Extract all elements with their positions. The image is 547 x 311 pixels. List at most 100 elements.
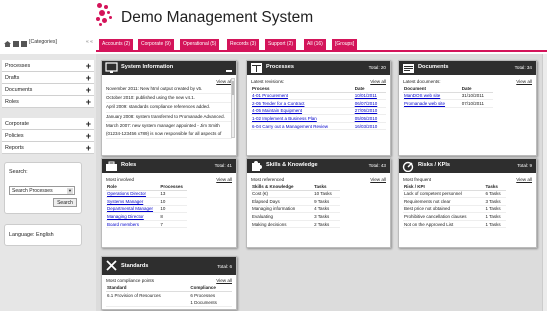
expand-icon[interactable]: + <box>86 72 91 84</box>
sidebar-item-reports[interactable]: Reports + <box>2 142 94 154</box>
count-cell: 1 Tasks <box>484 220 507 229</box>
roles-table: Role Processes Operations Director 13 Syst… <box>106 183 187 229</box>
tab-all[interactable]: All (16) <box>304 39 326 50</box>
sidebar-item-roles[interactable]: Roles + <box>2 96 94 108</box>
process-link[interactable]: 4-01 Procurement <box>251 92 354 101</box>
processes-table: Process Date 4-01 Procurement 10/01/2011 2… <box>251 85 386 131</box>
table-row: Evaluating 3 Tasks <box>251 212 341 221</box>
date-cell: 06/07/2010 <box>353 99 386 108</box>
tab-corporate[interactable]: Corporate (9) <box>138 39 174 50</box>
mail-icon[interactable] <box>21 41 27 47</box>
role-link[interactable]: Systems Manager <box>106 197 160 206</box>
table-row: 1-02 Implement a Business Plan 05/05/2010 <box>251 114 386 123</box>
sidebar-item-corporate[interactable]: Corporate + <box>2 118 94 130</box>
expand-icon[interactable]: + <box>86 142 91 154</box>
count-cell: 8 <box>159 212 187 221</box>
collapse-icon[interactable]: « « <box>86 39 93 45</box>
news-item: January 2008: system transferred to Prom… <box>106 113 232 122</box>
count-cell: 3 Tasks <box>313 212 341 221</box>
tab-groups[interactable]: [Groups] <box>332 39 358 50</box>
column-header: Date <box>460 85 494 93</box>
count-cell: 6 Tasks <box>484 190 507 199</box>
sidebar-item-documents[interactable]: Documents + <box>2 84 94 96</box>
expand-icon[interactable]: + <box>86 84 91 96</box>
scrollbar[interactable] <box>231 78 235 138</box>
column-header: Tasks <box>484 183 507 191</box>
process-link[interactable]: 1-02 Implement a Business Plan <box>251 114 354 123</box>
search-panel: Search: Search Processes ▼ Search <box>4 162 82 214</box>
search-label: Search: <box>9 169 28 175</box>
widget-header: System Information <box>102 61 236 75</box>
column-header: Risk / KPI <box>403 183 485 191</box>
table-row: 2-05 Tender for a Contract 06/07/2010 <box>251 99 386 108</box>
expand-icon[interactable]: + <box>86 96 91 108</box>
table-row: Lack of competent personnel 6 Tasks <box>403 190 507 199</box>
table-row: 4-05 Maintain Equipment 27/05/2010 <box>251 107 386 116</box>
expand-icon[interactable]: + <box>86 60 91 72</box>
view-all-link[interactable]: View all <box>216 277 232 284</box>
widget-subtitle: Latest revisions: <box>251 79 285 84</box>
tab-records[interactable]: Records (3) <box>227 39 260 50</box>
skill-cell: Elapsed Days <box>251 197 314 206</box>
news-item: October 2010: published using the new v4… <box>106 94 232 104</box>
compliance-cell: 6 Processes <box>190 292 216 298</box>
table-row: 6.1 Provision of Resources 6 Processes <box>106 291 232 299</box>
home-icon[interactable] <box>4 41 11 47</box>
news-item: (01234-123456 x789) is now responsible f… <box>106 130 232 140</box>
chevron-down-icon: ▼ <box>67 188 73 194</box>
widget-header: Standards Total: 6 <box>102 257 236 275</box>
table-row: Managing information 4 Tasks <box>251 205 341 214</box>
risk-cell: Requirements not clear <box>403 197 485 206</box>
standards-widget: Standards Total: 6 Most compliance point… <box>101 256 237 310</box>
view-all-link[interactable]: View all <box>516 78 532 85</box>
expand-icon[interactable]: + <box>86 130 91 142</box>
view-all-link[interactable]: View all <box>370 78 386 85</box>
sidebar-item-label: Corporate <box>5 121 29 127</box>
expand-icon[interactable]: + <box>86 118 91 130</box>
widget-total: Total: 9 <box>517 163 532 168</box>
table-row: Managing Director 8 <box>106 212 187 221</box>
document-link[interactable]: ManDOS web site <box>403 92 461 101</box>
documents-widget: Documents Total: 34 Latest documents: Vie… <box>398 60 537 156</box>
role-link[interactable]: Board members <box>106 220 160 229</box>
widget-subtitle: Latest documents: <box>403 79 441 84</box>
view-all-link[interactable]: View all <box>370 176 386 183</box>
process-link[interactable]: 2-05 Tender for a Contract <box>251 99 354 108</box>
widget-total: Total: 34 <box>514 65 532 70</box>
sidebar-item-processes[interactable]: Processes + <box>2 60 94 72</box>
tab-support[interactable]: Support (2) <box>265 39 297 50</box>
role-link[interactable]: Operations Director <box>106 190 160 199</box>
count-cell: 9 Tasks <box>313 197 341 206</box>
categories-link[interactable]: [Categories] <box>29 39 57 45</box>
count-cell: 4 Tasks <box>313 205 341 214</box>
gauge-icon <box>402 161 414 172</box>
risk-cell: Not on the Approved List <box>403 220 485 229</box>
tab-accounts[interactable]: Accounts (2) <box>99 39 134 50</box>
search-select[interactable]: Search Processes ▼ <box>9 186 75 195</box>
skills-widget: Skills & Knowledge Total: 43 Most refere… <box>246 158 391 248</box>
print-icon[interactable] <box>13 41 19 47</box>
sidebar-item-policies[interactable]: Policies + <box>2 130 94 142</box>
widget-total: Total: 6 <box>217 264 232 269</box>
table-row: Elapsed Days 9 Tasks <box>251 197 341 206</box>
language-panel[interactable]: Language: English <box>4 224 82 246</box>
role-link[interactable]: Departmental Manager <box>106 205 160 214</box>
view-all-link[interactable]: View all <box>516 176 532 183</box>
date-cell: 05/05/2010 <box>353 114 386 123</box>
risk-cell: Prohibitive cancellation clauses <box>403 212 485 221</box>
role-link[interactable]: Managing Director <box>106 212 160 221</box>
risks-widget: Risks / KPIs Total: 9 Most frequent View … <box>398 158 537 248</box>
sidebar-item-drafts[interactable]: Drafts + <box>2 72 94 84</box>
process-link[interactable]: 6-04 Carry out a Management Review <box>251 122 354 131</box>
process-link[interactable]: 4-05 Maintain Equipment <box>251 107 354 116</box>
widget-header: Documents Total: 34 <box>399 61 536 75</box>
view-all-link[interactable]: View all <box>216 176 232 183</box>
minimize-icon[interactable] <box>226 70 232 72</box>
view-all-link[interactable]: View all <box>216 78 232 85</box>
search-button[interactable]: Search <box>53 198 77 207</box>
tab-operational[interactable]: Operational (5) <box>180 39 220 50</box>
page-scrollbar[interactable] <box>542 54 547 311</box>
document-link[interactable]: Promanade web site <box>403 99 461 108</box>
count-cell: 13 <box>159 190 187 199</box>
sidebar: Processes + Drafts + Documents + Roles + Cor… <box>0 54 96 311</box>
